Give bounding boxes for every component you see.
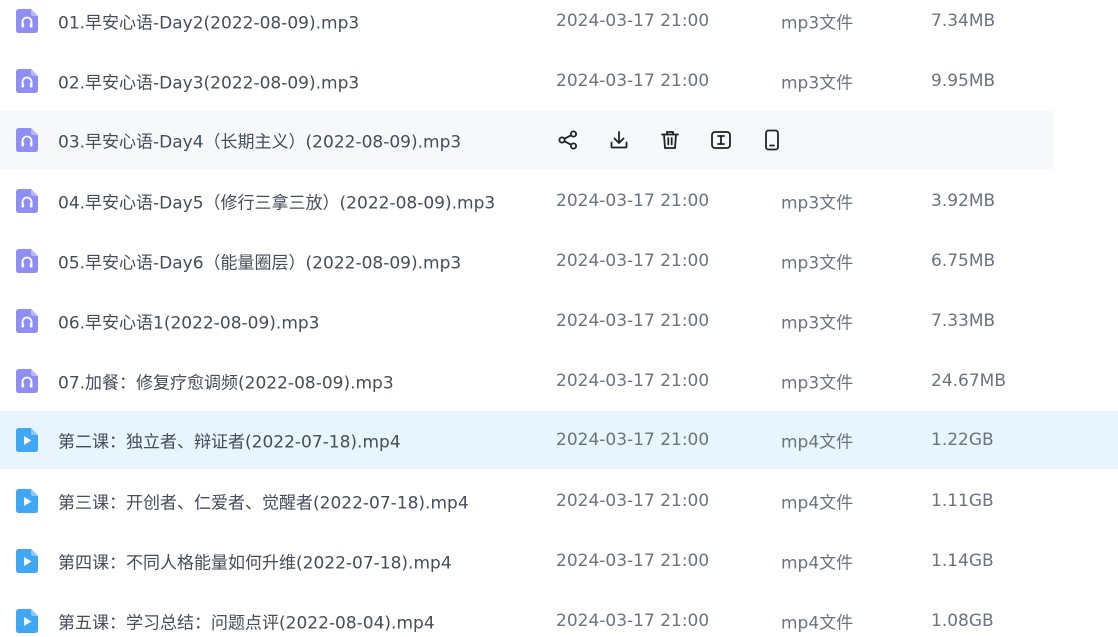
file-row[interactable]: 04.早安心语-Day5（修行三拿三放）(2022-08-09).mp3 2024… [0,172,1118,230]
file-date: 2024-03-17 21:00 [556,611,710,631]
file-row[interactable]: 02.早安心语-Day3(2022-08-09).mp3 2024-03-17 2… [0,52,1118,110]
audio-file-icon [16,249,38,273]
file-date: 2024-03-17 21:00 [556,311,710,331]
row-actions [556,128,784,152]
file-name[interactable]: 01.早安心语-Day2(2022-08-09).mp3 [58,9,359,34]
file-type: mp3文件 [781,313,854,334]
file-list: 01.早安心语-Day2(2022-08-09).mp3 2024-03-17 2… [0,0,1118,637]
file-date: 2024-03-17 21:00 [556,251,710,271]
file-name[interactable]: 02.早安心语-Day3(2022-08-09).mp3 [58,69,359,94]
share-icon[interactable] [556,128,580,152]
audio-file-icon [16,369,38,393]
file-row[interactable]: 03.早安心语-Day4（长期主义）(2022-08-09).mp3 [0,111,1054,169]
audio-file-icon [16,9,38,33]
file-size: 3.92MB [931,191,996,211]
file-size: 7.34MB [931,11,996,31]
file-type: mp4文件 [781,432,854,453]
file-date: 2024-03-17 21:00 [556,371,710,391]
file-size: 1.22GB [931,430,994,450]
file-size: 7.33MB [931,311,996,331]
file-date: 2024-03-17 21:00 [556,191,710,211]
delete-icon[interactable] [658,128,682,152]
file-type: mp3文件 [781,13,854,34]
file-row[interactable]: 第五课：学习总结：问题点评(2022-08-04).mp4 2024-03-17 … [0,592,1118,637]
file-date: 2024-03-17 21:00 [556,71,710,91]
video-file-icon [16,609,38,633]
mobile-icon[interactable] [760,128,784,152]
file-size: 1.08GB [931,611,994,631]
file-size: 24.67MB [931,371,1006,391]
file-date: 2024-03-17 21:00 [556,551,710,571]
file-name[interactable]: 第五课：学习总结：问题点评(2022-08-04).mp4 [58,609,435,634]
audio-file-icon [16,189,38,213]
file-type: mp3文件 [781,373,854,394]
file-type: mp3文件 [781,253,854,274]
file-row[interactable]: 05.早安心语-Day6（能量圈层）(2022-08-09).mp3 2024-0… [0,232,1118,290]
audio-file-icon [16,69,38,93]
file-row[interactable]: 07.加餐：修复疗愈调频(2022-08-09).mp3 2024-03-17 2… [0,352,1118,410]
file-date: 2024-03-17 21:00 [556,430,710,450]
file-row[interactable]: 06.早安心语1(2022-08-09).mp3 2024-03-17 21:00… [0,292,1118,350]
file-type: mp3文件 [781,73,854,94]
rename-icon[interactable] [709,128,733,152]
file-row[interactable]: 第三课：开创者、仁爱者、觉醒者(2022-07-18).mp4 2024-03-1… [0,472,1118,530]
file-name[interactable]: 06.早安心语1(2022-08-09).mp3 [58,309,319,334]
file-name[interactable]: 第四课：不同人格能量如何升维(2022-07-18).mp4 [58,549,452,574]
file-type: mp3文件 [781,193,854,214]
file-type: mp4文件 [781,553,854,574]
file-row[interactable]: 第二课：独立者、辩证者(2022-07-18).mp4 2024-03-17 21… [0,411,1118,469]
file-row[interactable]: 01.早安心语-Day2(2022-08-09).mp3 2024-03-17 2… [0,0,1118,50]
audio-file-icon [16,309,38,333]
file-row[interactable]: 第四课：不同人格能量如何升维(2022-07-18).mp4 2024-03-17… [0,532,1118,590]
download-icon[interactable] [607,128,631,152]
video-file-icon [16,549,38,573]
file-size: 1.11GB [931,491,994,511]
file-size: 1.14GB [931,551,994,571]
file-name[interactable]: 第三课：开创者、仁爱者、觉醒者(2022-07-18).mp4 [58,489,469,514]
file-name[interactable]: 03.早安心语-Day4（长期主义）(2022-08-09).mp3 [58,128,461,153]
file-date: 2024-03-17 21:00 [556,491,710,511]
file-type: mp4文件 [781,613,854,634]
audio-file-icon [16,128,38,152]
file-name[interactable]: 07.加餐：修复疗愈调频(2022-08-09).mp3 [58,369,394,394]
file-name[interactable]: 04.早安心语-Day5（修行三拿三放）(2022-08-09).mp3 [58,189,495,214]
file-name[interactable]: 05.早安心语-Day6（能量圈层）(2022-08-09).mp3 [58,249,461,274]
file-size: 6.75MB [931,251,996,271]
file-type: mp4文件 [781,493,854,514]
video-file-icon [16,489,38,513]
file-name[interactable]: 第二课：独立者、辩证者(2022-07-18).mp4 [58,428,401,453]
file-date: 2024-03-17 21:00 [556,11,710,31]
video-file-icon [16,428,38,452]
file-size: 9.95MB [931,71,996,91]
